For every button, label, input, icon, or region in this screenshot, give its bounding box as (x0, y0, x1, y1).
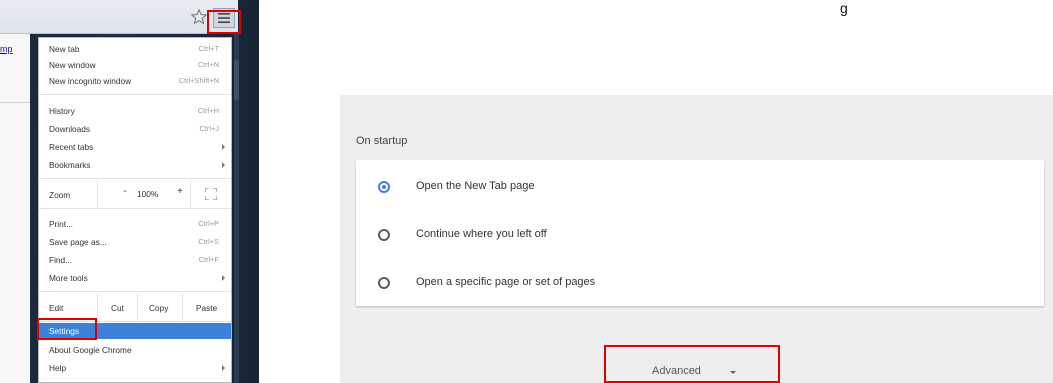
menu-item-recent-tabs[interactable]: Recent tabs (39, 139, 231, 155)
menu-item-label: Bookmarks (49, 160, 91, 170)
menu-item-label: Find... (49, 255, 73, 265)
menu-item-shortcut: Ctrl+F (198, 255, 219, 264)
edit-row: Edit Cut Copy Paste (39, 294, 231, 321)
menu-separator (39, 178, 231, 179)
chrome-window-panel: mp New tab Ctrl+T New window Ctrl+N New … (0, 0, 259, 383)
menu-separator (39, 94, 231, 95)
menu-item-label: Downloads (49, 124, 91, 134)
advanced-label: Advanced (652, 365, 701, 377)
on-startup-card: Open the New Tab page Continue where you… (356, 160, 1044, 306)
menu-item-label: New incognito window (49, 76, 132, 86)
zoom-divider (190, 181, 191, 208)
cropped-heading-fragment: g (840, 0, 848, 16)
menu-item-shortcut: Ctrl+Shift+N (178, 76, 219, 85)
menu-button-highlight-box (207, 10, 241, 34)
radio-unselected-icon[interactable] (378, 277, 390, 289)
zoom-label: Zoom (49, 190, 71, 200)
menu-item-find[interactable]: Find... Ctrl+F (39, 252, 231, 268)
menu-item-bookmarks[interactable]: Bookmarks (39, 157, 231, 173)
startup-option-continue[interactable]: Continue where you left off (356, 210, 1044, 258)
zoom-level: 100% (137, 189, 159, 199)
menu-item-label: More tools (49, 273, 88, 283)
bookmark-star-icon[interactable] (190, 8, 208, 26)
menu-item-shortcut: Ctrl+J (199, 124, 219, 133)
menu-item-downloads[interactable]: Downloads Ctrl+J (39, 121, 231, 137)
page-divider (0, 102, 30, 103)
menu-item-history[interactable]: History Ctrl+H (39, 103, 231, 119)
zoom-in-button[interactable]: + (174, 186, 186, 197)
menu-item-shortcut: Ctrl+T (198, 44, 219, 53)
page-content-edge: mp (0, 34, 30, 383)
startup-option-new-tab[interactable]: Open the New Tab page (356, 162, 1044, 210)
menu-item-shortcut: Ctrl+P (198, 219, 219, 228)
settings-highlight-box (37, 318, 97, 340)
zoom-divider (97, 181, 98, 208)
edit-label: Edit (49, 303, 64, 313)
edit-divider (137, 294, 138, 321)
edit-divider (97, 294, 98, 321)
menu-item-new-tab[interactable]: New tab Ctrl+T (39, 41, 231, 57)
menu-item-new-window[interactable]: New window Ctrl+N (39, 57, 231, 73)
menu-item-label: Save page as... (49, 237, 107, 247)
copy-button[interactable]: Copy (149, 303, 168, 313)
menu-item-label: Recent tabs (49, 142, 94, 152)
submenu-arrow-icon (222, 275, 225, 281)
submenu-arrow-icon (222, 144, 225, 150)
menu-separator (39, 208, 231, 209)
on-startup-section-title: On startup (356, 135, 408, 147)
menu-separator (39, 291, 231, 292)
advanced-button[interactable]: Advanced (604, 345, 780, 383)
page-link-fragment[interactable]: mp (0, 44, 13, 54)
radio-unselected-icon[interactable] (378, 229, 390, 241)
zoom-out-button[interactable]: - (119, 186, 131, 197)
menu-item-new-incognito-window[interactable]: New incognito window Ctrl+Shift+N (39, 73, 231, 89)
cut-button[interactable]: Cut (111, 303, 124, 313)
radio-selected-icon[interactable] (378, 181, 390, 193)
browser-toolbar (0, 0, 238, 34)
menu-item-label: History (49, 106, 75, 116)
startup-option-specific-pages[interactable]: Open a specific page or set of pages (356, 258, 1044, 306)
menu-item-about-google-chrome[interactable]: About Google Chrome (39, 342, 231, 358)
menu-item-save-page-as[interactable]: Save page as... Ctrl+S (39, 234, 231, 250)
menu-item-shortcut: Ctrl+S (198, 237, 219, 246)
startup-option-label: Open the New Tab page (416, 180, 535, 192)
zoom-row: Zoom - 100% + (39, 181, 231, 208)
fullscreen-icon[interactable] (205, 188, 217, 200)
edit-divider (182, 294, 183, 321)
menu-item-label: New tab (49, 44, 80, 54)
startup-option-label: Open a specific page or set of pages (416, 276, 596, 288)
caret-down-icon (730, 371, 736, 374)
menu-item-print[interactable]: Print... Ctrl+P (39, 216, 231, 232)
menu-item-label: New window (49, 60, 96, 70)
menu-item-more-tools[interactable]: More tools (39, 270, 231, 286)
paste-button[interactable]: Paste (196, 303, 217, 313)
menu-item-label: About Google Chrome (49, 345, 132, 355)
scrollbar-thumb[interactable] (234, 60, 239, 100)
menu-item-shortcut: Ctrl+N (197, 60, 219, 69)
menu-item-label: Print... (49, 219, 73, 229)
submenu-arrow-icon (222, 162, 225, 168)
menu-item-help[interactable]: Help (39, 360, 231, 376)
menu-item-shortcut: Ctrl+H (197, 106, 219, 115)
startup-option-label: Continue where you left off (416, 228, 547, 240)
submenu-arrow-icon (222, 365, 225, 371)
menu-item-label: Help (49, 363, 67, 373)
